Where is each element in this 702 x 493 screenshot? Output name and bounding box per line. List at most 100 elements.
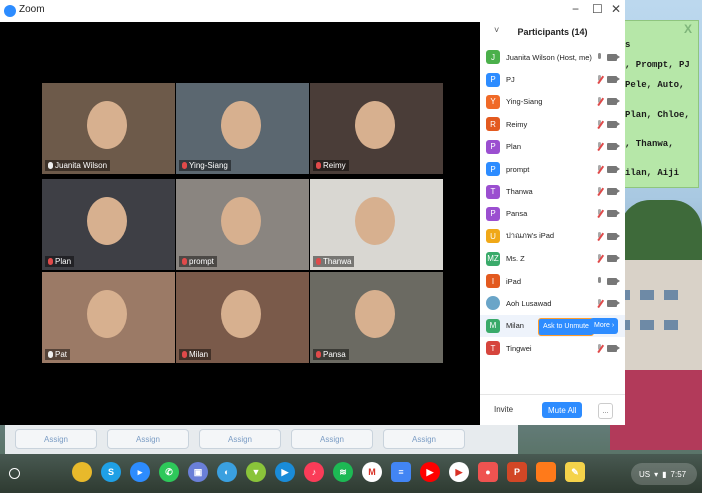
participant-face [355,101,395,149]
avatar: U [486,229,500,244]
participant-row[interactable]: M Milan Ask to Unmute More › [480,314,625,338]
play-store-icon[interactable]: ▶ [449,462,469,482]
participant-row[interactable]: U ปาณภพ's iPad [480,225,625,247]
whatsapp-icon[interactable]: ✆ [159,462,179,482]
participants-panel: ˅ Participants (14) J Juanita Wilson (Hos… [480,22,625,425]
video-tile[interactable]: Juanita Wilson [42,83,175,174]
participant-name: iPad [506,276,522,286]
invite-button[interactable]: Invite [494,405,513,414]
participant-row[interactable]: T Thanwa [480,180,625,202]
camera-icon [607,232,620,240]
camera-icon [607,344,620,352]
video-name-label: Reimy [313,160,349,171]
mic-muted-icon [48,258,53,265]
video-tile[interactable]: Plan [42,179,175,270]
more-button[interactable]: More › [590,317,619,334]
participant-name: prompt [506,164,530,174]
participant-name: Tingwei [506,343,532,353]
participant-row[interactable]: Y Ying-Siang [480,91,625,113]
video-name-text: Plan [55,257,72,266]
participant-row[interactable]: MZ Ms. Z [480,248,625,270]
mic-muted-icon [596,209,603,218]
participant-row[interactable]: Aoh Lusawad [480,292,625,314]
video-name-text: Milan [189,350,209,359]
powerpoint-icon[interactable]: P [507,462,527,482]
participant-status-icons [596,209,620,218]
participant-row[interactable]: J Juanita Wilson (Host, me) [480,46,625,68]
clock: 7:57 [670,469,687,479]
more-options-button[interactable]: ... [598,403,613,419]
assign-button[interactable]: Assign [15,429,97,449]
mic-muted-icon [316,162,321,169]
youtube-icon[interactable]: ▶ [420,462,440,482]
launcher-icon[interactable] [9,468,20,479]
assign-button[interactable]: Assign [291,429,373,449]
clips-icon[interactable]: ● [478,462,498,482]
participant-face [355,290,395,338]
minimize-button[interactable]: − [572,2,579,16]
mic-icon [596,276,603,286]
sticky-close-icon[interactable]: X [684,22,692,36]
assign-row: Assign Assign Assign Assign Assign [5,424,518,454]
participant-row[interactable]: Pprompt [480,158,625,180]
maximize-button[interactable]: ☐ [592,2,603,16]
video-name-label: Pansa [313,349,349,360]
app-orange-icon[interactable] [536,462,556,482]
mic-muted-icon [596,119,603,129]
participant-status-icons [596,119,620,129]
music-icon[interactable]: ♪ [304,462,324,482]
video-tile[interactable]: Thanwa [310,179,443,270]
assign-button[interactable]: Assign [107,429,189,449]
photos-icon[interactable]: ▣ [188,462,208,482]
skype-icon[interactable]: S [101,462,121,482]
play-games-icon[interactable]: ▼ [246,462,266,482]
participant-face [87,101,127,149]
sticky-line: ilan, Aiji [625,168,680,178]
mic-muted-icon [182,258,187,265]
docs-icon[interactable]: ≡ [391,462,411,482]
mic-muted-icon [596,187,603,196]
participant-name: Aoh Lusawad [506,298,552,308]
video-tile[interactable]: Milan [176,272,309,363]
sticky-line: s [625,40,631,50]
mute-all-button[interactable]: Mute All [542,402,583,418]
sticky-note[interactable]: X s , Prompt, PJ Pele, Auto, Plan, Chloe… [622,20,699,188]
sticky-line: Plan, Chloe, [625,110,690,120]
notes-icon[interactable]: ✎ [565,462,585,482]
assign-button[interactable]: Assign [383,429,465,449]
chrome-icon[interactable] [72,462,92,482]
video-name-text: Pansa [323,350,346,359]
assign-button[interactable]: Assign [199,429,281,449]
video-tile[interactable]: Pat [42,272,175,363]
participant-row[interactable]: P Plan [480,136,625,158]
participant-status-icons [596,276,620,286]
browser-icon[interactable]: ◐ [217,462,237,482]
spotify-icon[interactable]: ≋ [333,462,353,482]
participant-row[interactable]: R Reimy [480,113,625,135]
participant-row[interactable]: T Tingwei [480,337,625,359]
avatar: T [486,341,500,356]
ask-to-unmute-button[interactable]: Ask to Unmute [538,317,594,336]
video-tile[interactable]: Ying-Siang [176,83,309,174]
close-button[interactable]: ✕ [611,2,621,16]
camera-icon [607,165,620,173]
video-tile[interactable]: Pansa [310,272,443,363]
zoom-icon[interactable]: ▸ [130,462,150,482]
avatar: I [486,274,500,289]
participants-header: ˅ Participants (14) [480,22,625,42]
participant-status-icons [596,52,620,62]
sticky-line: , Thanwa, [625,139,674,149]
video-tile[interactable]: prompt [176,179,309,270]
participant-row[interactable]: P Pansa [480,203,625,225]
participant-row[interactable]: IiPad [480,270,625,292]
gmail-icon[interactable]: M [362,462,382,482]
video-tile[interactable]: Reimy [310,83,443,174]
video-name-text: prompt [189,257,214,266]
participant-name: Juanita Wilson (Host, me) [506,52,592,62]
participant-status-icons [596,187,620,196]
mic-muted-icon [596,254,603,263]
window-title: Zoom [19,4,45,15]
meet-icon[interactable]: ▶ [275,462,295,482]
participant-row[interactable]: P PJ [480,68,625,90]
status-tray[interactable]: US ▾ ▮ 7:57 [631,463,697,485]
